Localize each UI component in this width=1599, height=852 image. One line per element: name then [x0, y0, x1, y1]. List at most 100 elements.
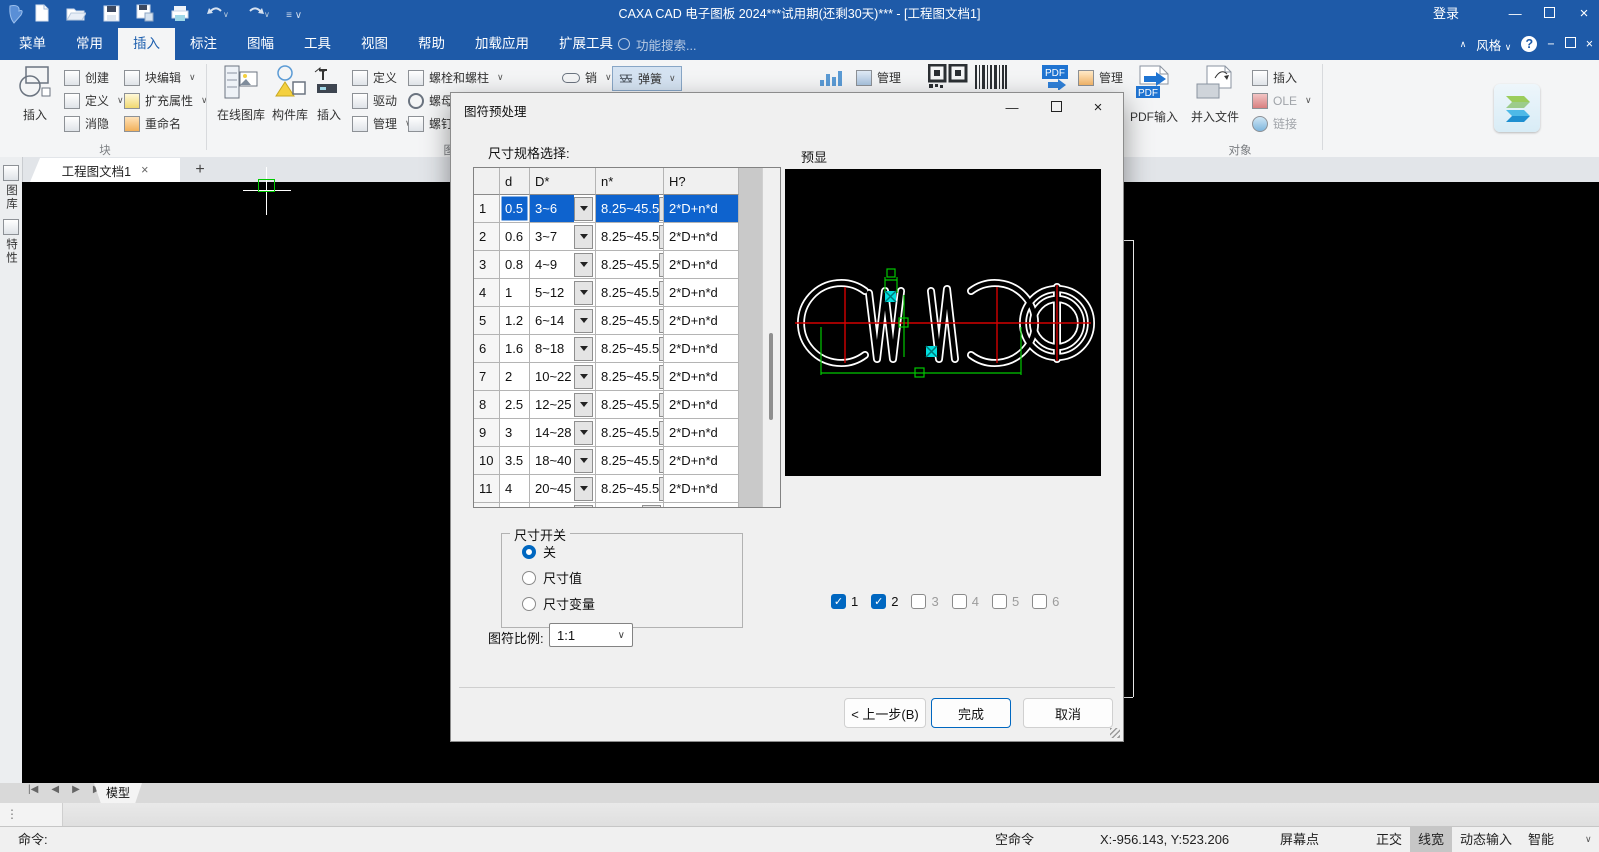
- cell-H[interactable]: 2*D+n*d: [664, 335, 739, 363]
- library-insert-button[interactable]: 插入: [312, 64, 346, 123]
- cell-H[interactable]: 2*D+n*d: [664, 363, 739, 391]
- combo-drop-button[interactable]: [574, 224, 593, 249]
- doc-minimize-button[interactable]: −: [1547, 37, 1554, 51]
- cell-n-combobox[interactable]: 8.25~45.5: [596, 279, 664, 307]
- merge-file-button[interactable]: 并入文件: [1184, 64, 1246, 125]
- combo-drop-button[interactable]: [574, 504, 593, 507]
- back-button[interactable]: < 上一步(B): [844, 698, 926, 728]
- table-row[interactable]: 11 4 20~45 8.25~45.5 2*D+n*d: [474, 475, 739, 503]
- barcode-icon[interactable]: [974, 64, 1008, 95]
- ole-button[interactable]: OLE: [1252, 89, 1312, 112]
- cell-D-combobox[interactable]: 18~40: [530, 447, 596, 475]
- qrcode-icon[interactable]: [927, 63, 968, 95]
- cell-row-number[interactable]: 1: [474, 195, 500, 223]
- cell-H[interactable]: 2*D+n*d: [664, 279, 739, 307]
- doc-close-button[interactable]: ×: [1586, 37, 1593, 51]
- rename-button[interactable]: 重命名: [124, 112, 208, 135]
- status-toggle-正交[interactable]: 正交: [1368, 827, 1410, 852]
- cell-d[interactable]: 1: [500, 279, 530, 307]
- view-checkbox-2[interactable]: ✓ 2: [871, 593, 898, 609]
- cell-H[interactable]: 2*D+n*d: [664, 251, 739, 279]
- side-panel-item-特性[interactable]: 特性: [0, 219, 22, 265]
- model-sheet-tab[interactable]: 模型: [94, 783, 142, 803]
- cell-d[interactable]: 0.5: [500, 195, 530, 223]
- cell-n-combobox[interactable]: 8.25~45.5: [596, 251, 664, 279]
- block-edit-button[interactable]: 块编辑: [124, 66, 208, 89]
- command-prompt-label[interactable]: 命令:: [18, 827, 48, 852]
- menu-tab-标注[interactable]: 标注: [175, 28, 232, 60]
- menu-tab-加载应用[interactable]: 加载应用: [460, 28, 544, 60]
- extend-attribute-button[interactable]: 扩充属性: [124, 89, 208, 112]
- checkbox-icon[interactable]: [911, 593, 927, 609]
- link-button[interactable]: 链接: [1252, 112, 1312, 135]
- combo-drop-button[interactable]: [574, 476, 593, 501]
- cell-H[interactable]: [664, 503, 739, 507]
- caxa-logo-button[interactable]: [1494, 84, 1540, 132]
- dialog-resize-grip[interactable]: [1110, 728, 1120, 738]
- help-icon[interactable]: ?: [1521, 36, 1538, 52]
- table-scrollbar[interactable]: [762, 168, 780, 507]
- dialog-title-bar[interactable]: 图符预处理 — ×: [451, 93, 1123, 123]
- cell-n-combobox[interactable]: 8.25~45.5: [596, 419, 664, 447]
- dim-switch-option-尺寸变量[interactable]: 尺寸变量: [522, 595, 742, 612]
- style-menu[interactable]: 风格 ∨: [1476, 35, 1511, 54]
- cell-H[interactable]: 2*D+n*d: [664, 391, 739, 419]
- window-restore-button[interactable]: [1535, 0, 1565, 28]
- doc-restore-button[interactable]: [1564, 37, 1576, 51]
- dialog-minimize-button[interactable]: —: [997, 97, 1027, 119]
- spec-table[interactable]: d D* n* H? 1 0.5 3~6 8.25~45.5 2*D+n*d 2 0.6 3~7 8.2…: [473, 167, 781, 508]
- table-row[interactable]: 6 1.6 8~18 8.25~45.5 2*D+n*d: [474, 335, 739, 363]
- combo-drop-button[interactable]: [574, 196, 593, 221]
- cancel-button[interactable]: 取消: [1023, 698, 1113, 728]
- cell-H[interactable]: 2*D+n*d: [664, 475, 739, 503]
- first-sheet-icon[interactable]: |◀: [28, 784, 38, 795]
- object-insert-button[interactable]: 插入: [1252, 66, 1312, 89]
- cell-H[interactable]: 2*D+n*d: [664, 447, 739, 475]
- cell-D-combobox[interactable]: [530, 503, 596, 507]
- function-search[interactable]: 功能搜索...: [600, 28, 696, 60]
- combo-drop-button[interactable]: [574, 336, 593, 361]
- cell-row-number[interactable]: 7: [474, 363, 500, 391]
- cell-row-number[interactable]: 8: [474, 391, 500, 419]
- login-button[interactable]: 登录: [1433, 0, 1459, 28]
- block-define-button[interactable]: 定义: [64, 89, 124, 112]
- cell-n-combobox[interactable]: 8.25~45.5: [596, 307, 664, 335]
- block-hide-button[interactable]: 消隐: [64, 112, 124, 135]
- cell-D-combobox[interactable]: 14~28: [530, 419, 596, 447]
- dim-switch-option-尺寸值[interactable]: 尺寸值: [522, 569, 742, 586]
- checkbox-icon[interactable]: [991, 593, 1007, 609]
- block-create-button[interactable]: 创建: [64, 66, 124, 89]
- checkbox-icon[interactable]: [1032, 593, 1048, 609]
- block-insert-button[interactable]: 插入: [12, 64, 58, 123]
- cell-n-combobox[interactable]: 8.25~45.5: [596, 363, 664, 391]
- combo-drop-button[interactable]: [574, 392, 593, 417]
- symbol-scale-combobox[interactable]: 1:1 ∨: [549, 623, 633, 647]
- library-define-button[interactable]: 定义: [352, 66, 412, 89]
- view-checkbox-1[interactable]: ✓ 1: [831, 593, 858, 609]
- cell-d[interactable]: [500, 503, 530, 507]
- window-close-button[interactable]: ×: [1569, 0, 1599, 28]
- collapse-ribbon-icon[interactable]: ∧: [1460, 39, 1467, 50]
- cell-d[interactable]: 4: [500, 475, 530, 503]
- menu-tab-图幅[interactable]: 图幅: [232, 28, 289, 60]
- image-manage-button[interactable]: 管理: [856, 66, 901, 89]
- status-toggle-智能[interactable]: 智能: [1520, 827, 1562, 852]
- screen-point-mode[interactable]: 屏幕点: [1280, 827, 1319, 852]
- cell-H[interactable]: 2*D+n*d: [664, 195, 739, 223]
- chart-insert-icon[interactable]: [818, 66, 844, 93]
- table-row[interactable]: 4 1 5~12 8.25~45.5 2*D+n*d: [474, 279, 739, 307]
- pdf-export-icon[interactable]: PDF: [1040, 64, 1070, 95]
- cell-D-combobox[interactable]: 20~45: [530, 475, 596, 503]
- cell-row-number[interactable]: 10: [474, 447, 500, 475]
- table-row[interactable]: 8 2.5 12~25 8.25~45.5 2*D+n*d: [474, 391, 739, 419]
- cell-row-number[interactable]: 4: [474, 279, 500, 307]
- table-row[interactable]: 3 0.8 4~9 8.25~45.5 2*D+n*d: [474, 251, 739, 279]
- cell-H[interactable]: 2*D+n*d: [664, 307, 739, 335]
- dim-switch-option-关[interactable]: 关: [522, 543, 742, 560]
- status-caret-icon[interactable]: ∨: [1585, 827, 1592, 852]
- cell-n-combobox[interactable]: 8.25~45.5: [596, 223, 664, 251]
- cell-D-combobox[interactable]: 5~12: [530, 279, 596, 307]
- combo-drop-button[interactable]: [574, 448, 593, 473]
- cell-row-number[interactable]: 5: [474, 307, 500, 335]
- status-toggle-动态输入[interactable]: 动态输入: [1452, 827, 1520, 852]
